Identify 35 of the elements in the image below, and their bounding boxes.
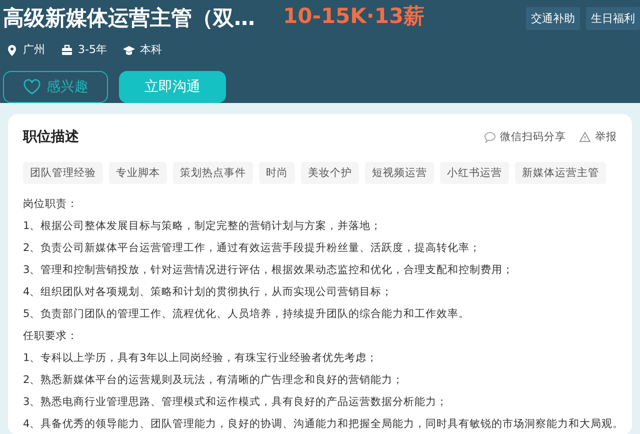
description-line: 3、熟悉电商行业管理思路、管理模式和运作模式，具有良好的产品运营数据分析能力； (23, 395, 449, 410)
skill-tag: 短视频运营 (365, 162, 434, 184)
description-line: 4、具备优秀的领导能力、团队管理能力，良好的协调、沟通能力和把握全局能力，同时具有敏锐的市场洞察能力和大局观。 (23, 417, 617, 432)
description-line: 任职要求： (23, 329, 79, 344)
section-heading: 职位描述 (23, 128, 79, 146)
heart-icon (22, 79, 40, 95)
job-meta: 3-5年 (78, 42, 107, 57)
description-line: 1、根据公司整体发展目标与策略，制定完整的营销计划与方案，并落地； (23, 219, 383, 234)
description-line: 3、管理和控制营销投放，针对运营情况进行评估，根据效果动态监控和优化，合理支配和控制费用； (23, 263, 515, 278)
share-link[interactable]: 微信扫码分享 (500, 130, 566, 144)
skill-tag: 新媒体运营主管 (515, 162, 606, 184)
description-line: 2、熟悉新媒体平台的运营规则及玩法，有清晰的广告理念和良好的营销能力； (23, 373, 405, 388)
location-pin-icon (6, 44, 18, 56)
skill-tag: 美妆个护 (301, 162, 359, 184)
description-line: 2、负责公司新媒体平台运营管理工作，通过有效运营手段提升粉丝量、活跃度，提高转化率； (23, 241, 482, 256)
benefit-tag: 交通补助 (526, 7, 580, 30)
briefcase-icon (61, 44, 73, 56)
graduation-cap-icon (122, 44, 135, 56)
description-line: 5、负责部门团队的管理工作、流程优化、人员培养，持续提升团队的综合能力和工作效率。 (23, 307, 471, 322)
skill-tag: 专业脚本 (109, 162, 167, 184)
job-meta: 广州 (23, 42, 45, 57)
salary: 10-15K·13薪 (283, 3, 425, 30)
skill-tag: 策划热点事件 (173, 162, 253, 184)
description-line: 1、专科以上学历，具有3年以上同岗经验，有珠宝行业经验者优先考虑； (23, 351, 378, 366)
description-line: 4、组织团队对各项规划、策略和计划的贯彻执行，从而实现公司营销目标； (23, 285, 394, 300)
benefit-tag: 生日福利 (586, 7, 640, 30)
description-line: 岗位职责： (23, 197, 79, 212)
warning-icon (579, 131, 591, 143)
skill-tag: 团队管理经验 (23, 162, 103, 184)
job-title: 高级新媒体运营主管（双… (3, 5, 256, 32)
skill-tag: 小红书运营 (440, 162, 509, 184)
report-link[interactable]: 举报 (595, 130, 617, 144)
chat-bubble-icon (484, 131, 496, 143)
skill-tag: 时尚 (259, 162, 295, 184)
job-meta: 本科 (140, 42, 162, 57)
